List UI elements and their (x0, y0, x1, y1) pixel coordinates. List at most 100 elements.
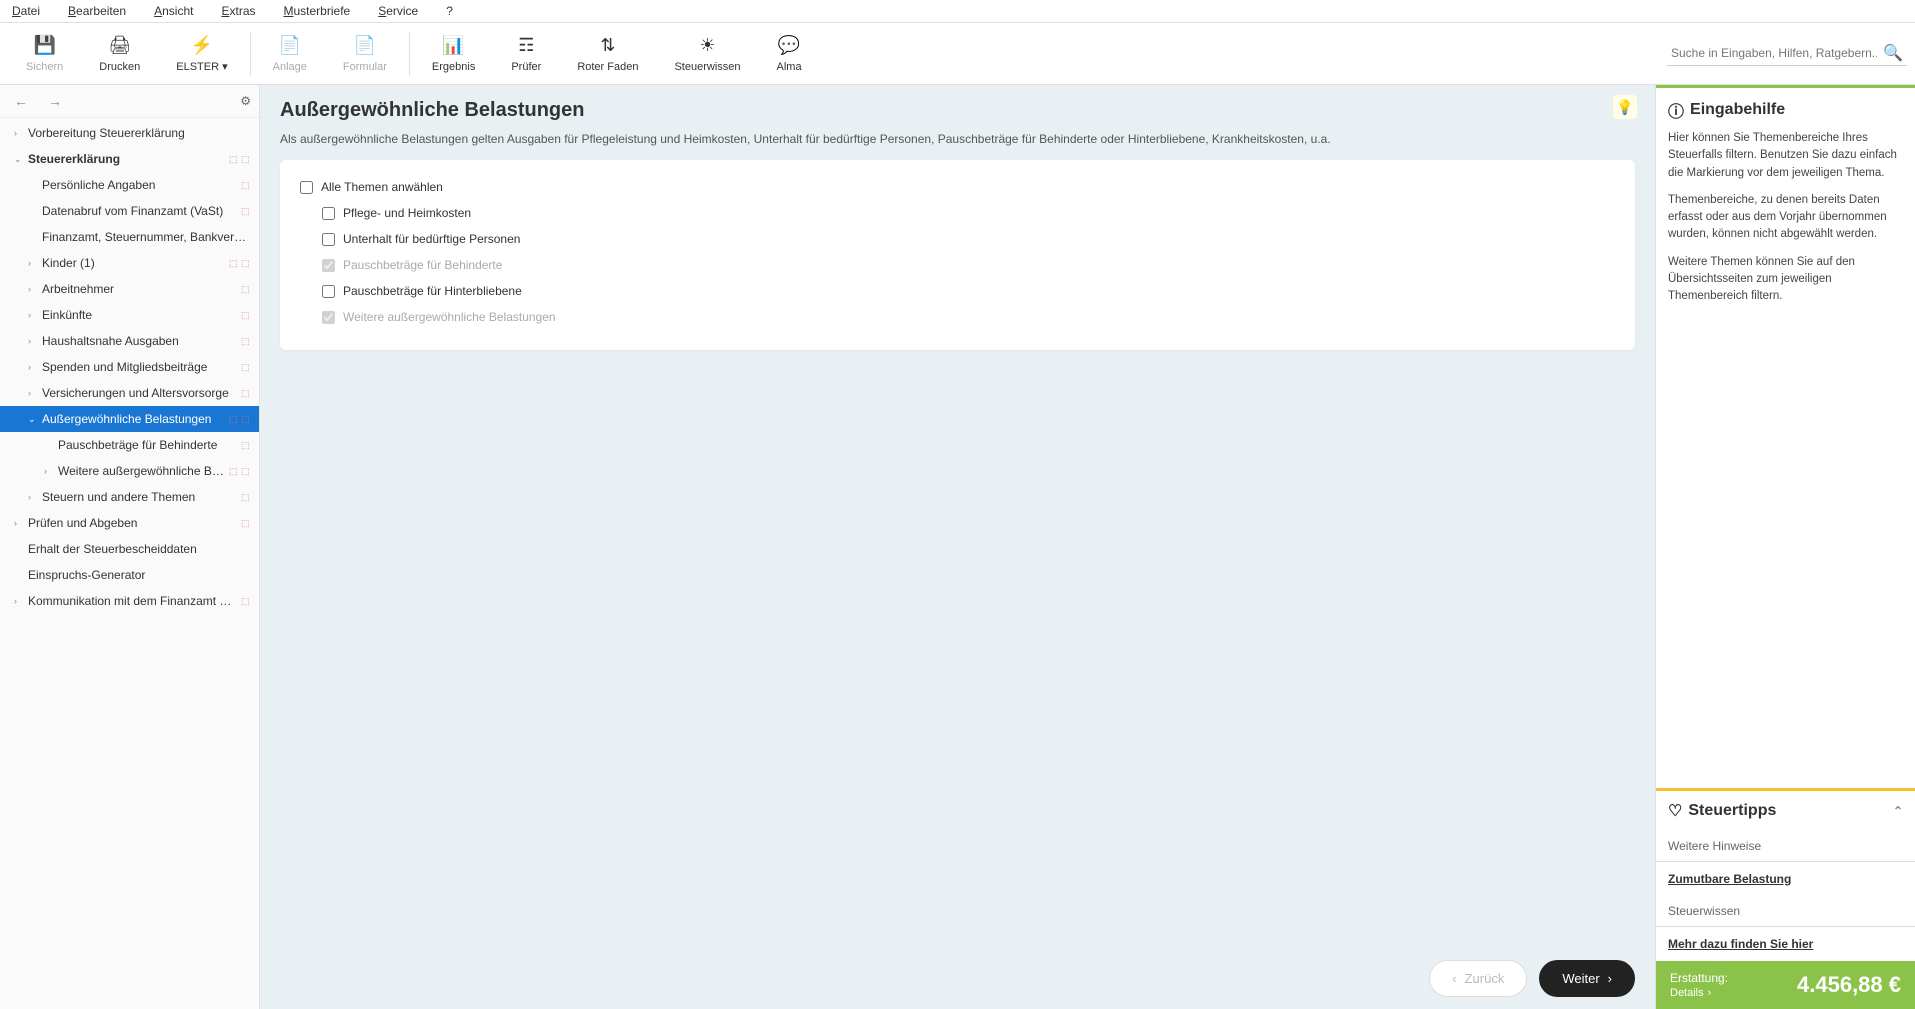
tree-item-spenden[interactable]: ›Spenden und Mitgliedsbeiträge⬚ (0, 354, 259, 380)
checkbox-topic-3[interactable]: Pauschbeträge für Hinterbliebene (300, 278, 1615, 304)
tips-sub-hinweise: Weitere Hinweise (1656, 831, 1915, 862)
menu-ansicht[interactable]: Ansicht (154, 4, 193, 18)
next-button[interactable]: Weiter› (1539, 960, 1635, 997)
check-icon: ☶ (515, 35, 537, 57)
tree-item-label: Haushaltsnahe Ausgaben (42, 334, 237, 348)
chevron-right-icon: › (1708, 987, 1712, 999)
back-button[interactable]: ‹Zurück (1429, 960, 1527, 997)
tree-item-einkuenfte[interactable]: ›Einkünfte⬚ (0, 302, 259, 328)
chevron-left-icon: ‹ (1452, 971, 1456, 986)
tree-item-aussergewoehnlich[interactable]: ⌄Außergewöhnliche Belastungen⬚⬚ (0, 406, 259, 432)
help-section: ⓘEingabehilfe Hier können Sie Themenbere… (1656, 88, 1915, 325)
toolbar-formular[interactable]: 📄Formular (325, 31, 405, 77)
tips-sub-wissen: Steuerwissen (1656, 896, 1915, 927)
toolbar-steuerwissen[interactable]: ☀Steuerwissen (656, 31, 758, 77)
search-icon[interactable]: 🔍 (1883, 43, 1903, 63)
checkbox-label: Pauschbeträge für Behinderte (343, 258, 502, 272)
checkbox-topic-2: Pauschbeträge für Behinderte (300, 252, 1615, 278)
tips-header[interactable]: ♡ Steuertipps ⌃ (1656, 791, 1915, 831)
tree-item-label: Finanzamt, Steuernummer, Bankverbindung (42, 230, 251, 244)
chevron-icon: › (28, 336, 38, 346)
nav-forward-icon[interactable]: → (42, 91, 68, 111)
status-badge-icon: ⬚ (241, 284, 251, 294)
menu-musterbriefe[interactable]: Musterbriefe (284, 4, 351, 18)
status-badge-icon: ⬚ (241, 310, 251, 320)
status-badge-icon: ⬚ (241, 414, 251, 424)
elster-icon: ⚡ (191, 34, 213, 56)
toolbar-drucken[interactable]: 🖨Drucken (81, 31, 158, 77)
status-badge-icon: ⬚ (241, 466, 251, 476)
tips-link-belastung[interactable]: Zumutbare Belastung (1656, 862, 1915, 896)
footer-nav: ‹Zurück Weiter› (260, 948, 1655, 1009)
tree-item-persoenlich[interactable]: Persönliche Angaben⬚ (0, 172, 259, 198)
toolbar-elster[interactable]: ⚡ELSTER ▾ (158, 30, 245, 77)
checkbox-topic-1[interactable]: Unterhalt für bedürftige Personen (300, 226, 1615, 252)
filter-icon[interactable]: ⚙ (240, 94, 251, 108)
info-icon: ⓘ (1668, 98, 1684, 122)
chevron-icon: › (28, 492, 38, 502)
help-text-2: Themenbereiche, zu denen bereits Daten e… (1668, 192, 1903, 244)
tree-item-erhalt[interactable]: Erhalt der Steuerbescheiddaten (0, 536, 259, 562)
right-panel: ⓘEingabehilfe Hier können Sie Themenbere… (1655, 85, 1915, 1009)
bulb-icon: ☀ (696, 35, 718, 57)
tree-item-datenabruf[interactable]: Datenabruf vom Finanzamt (VaSt)⬚ (0, 198, 259, 224)
refund-label: Erstattung: (1670, 971, 1728, 985)
tree-item-vorbereitung[interactable]: ›Vorbereitung Steuererklärung (0, 120, 259, 146)
hint-badge-icon[interactable]: 💡 (1613, 95, 1637, 119)
tree-item-einspruch[interactable]: Einspruchs-Generator (0, 562, 259, 588)
tree-item-weitere-ab[interactable]: ›Weitere außergewöhnliche Belastu...⬚⬚ (0, 458, 259, 484)
tree-item-kommunikation[interactable]: › Kommunikation mit dem Finanzamt per ELS… (0, 588, 259, 614)
toolbar-alma[interactable]: 💬Alma (759, 31, 820, 77)
tree-item-kinder[interactable]: ›Kinder (1)⬚⬚ (0, 250, 259, 276)
tree-item-finanzamt[interactable]: Finanzamt, Steuernummer, Bankverbindung (0, 224, 259, 250)
tips-link-mehr[interactable]: Mehr dazu finden Sie hier (1656, 927, 1915, 961)
tree-item-pauschbetraege[interactable]: Pauschbeträge für Behinderte⬚ (0, 432, 259, 458)
status-badge-icon: ⬚ (241, 596, 251, 606)
search-box[interactable]: 🔍 (1667, 41, 1907, 66)
tree-item-label: Erhalt der Steuerbescheiddaten (28, 542, 251, 556)
menu-bearbeiten[interactable]: Bearbeiten (68, 4, 126, 18)
page-subtitle: Als außergewöhnliche Belastungen gelten … (280, 132, 1635, 146)
menu-extras[interactable]: Extras (221, 4, 255, 18)
menu-datei[interactable]: Datei (12, 4, 40, 18)
chat-icon: 💬 (778, 35, 800, 57)
tree-item-label: Persönliche Angaben (42, 178, 237, 192)
tree-item-pruefen[interactable]: ›Prüfen und Abgeben⬚ (0, 510, 259, 536)
checkbox-label: Unterhalt für bedürftige Personen (343, 232, 520, 246)
toolbar-ergebnis[interactable]: 📊Ergebnis (414, 31, 493, 77)
menu-help[interactable]: ? (446, 4, 453, 18)
checkbox-topic-0[interactable]: Pflege- und Heimkosten (300, 200, 1615, 226)
tree-item-arbeitnehmer[interactable]: ›Arbeitnehmer⬚ (0, 276, 259, 302)
tree-item-label: Kommunikation mit dem Finanzamt per ELST… (28, 594, 237, 608)
content-area: 💡 Außergewöhnliche Belastungen Als außer… (260, 85, 1655, 1009)
nav-tree: ›Vorbereitung Steuererklärung⌄Steuererkl… (0, 118, 259, 1009)
toolbar-anlage[interactable]: 📄Anlage (255, 31, 325, 77)
menu-service[interactable]: Service (378, 4, 418, 18)
chevron-icon: › (28, 310, 38, 320)
checkbox-all-topics[interactable]: Alle Themen anwählen (300, 174, 1615, 200)
toolbar-sichern[interactable]: 💾Sichern (8, 31, 81, 77)
tree-item-versicherungen[interactable]: ›Versicherungen und Altersvorsorge⬚ (0, 380, 259, 406)
search-input[interactable] (1671, 46, 1877, 60)
tree-item-haushalt[interactable]: ›Haushaltsnahe Ausgaben⬚ (0, 328, 259, 354)
status-badge-icon: ⬚ (241, 154, 251, 164)
tree-item-label: Außergewöhnliche Belastungen (42, 412, 225, 426)
status-badge-icon: ⬚ (241, 258, 251, 268)
chevron-icon: ⌄ (14, 154, 24, 165)
chevron-icon: › (14, 596, 24, 606)
tree-item-label: Datenabruf vom Finanzamt (VaSt) (42, 204, 237, 218)
nav-back-icon[interactable]: ← (8, 91, 34, 111)
result-icon: 📊 (443, 35, 465, 57)
tips-section: ♡ Steuertipps ⌃ Weitere Hinweise Zumutba… (1656, 788, 1915, 961)
chevron-icon: › (14, 518, 24, 528)
tree-item-steuern-themen[interactable]: ›Steuern und andere Themen⬚ (0, 484, 259, 510)
tree-item-label: Versicherungen und Altersvorsorge (42, 386, 237, 400)
tree-item-label: Pauschbeträge für Behinderte (58, 438, 237, 452)
tree-item-steuererklaerung[interactable]: ⌄Steuererklärung⬚⬚ (0, 146, 259, 172)
toolbar-roterfaden[interactable]: ⇅Roter Faden (559, 31, 656, 77)
status-badge-icon: ⬚ (229, 414, 239, 424)
chevron-icon: › (28, 388, 38, 398)
checkbox-label: Pauschbeträge für Hinterbliebene (343, 284, 522, 298)
refund-details-link[interactable]: Details› (1670, 987, 1728, 999)
toolbar-pruefer[interactable]: ☶Prüfer (493, 31, 559, 77)
